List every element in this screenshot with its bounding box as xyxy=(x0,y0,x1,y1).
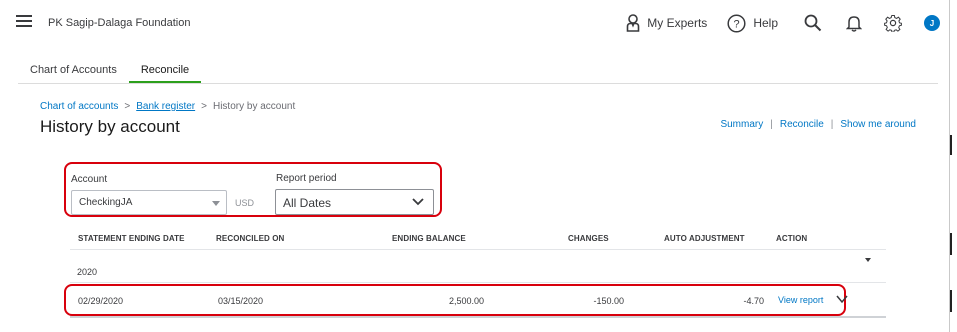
col-ending-balance[interactable]: ENDING BALANCE xyxy=(392,234,466,243)
window-edge xyxy=(949,0,950,332)
top-bar: PK Sagip-Dalaga Foundation My Experts ? … xyxy=(0,0,950,46)
breadcrumb: Chart of accounts > Bank register > History … xyxy=(40,101,295,112)
group-year: 2020 xyxy=(77,267,98,277)
svg-text:?: ? xyxy=(734,18,740,30)
settings-button[interactable] xyxy=(884,14,902,32)
cell-changes: -150.00 xyxy=(593,296,624,306)
gear-icon xyxy=(884,15,902,32)
reconcile-link[interactable]: Reconcile xyxy=(780,119,824,130)
notifications-button[interactable] xyxy=(846,14,862,32)
tab-divider xyxy=(18,83,938,84)
cell-statement-ending-date: 02/29/2020 xyxy=(78,296,124,306)
company-name: PK Sagip-Dalaga Foundation xyxy=(48,17,191,29)
avatar[interactable]: J xyxy=(924,15,940,31)
col-action: ACTION xyxy=(776,234,808,243)
cell-ending-balance: 2,500.00 xyxy=(448,296,484,306)
breadcrumb-bank-register[interactable]: Bank register xyxy=(136,101,195,112)
search-icon xyxy=(804,14,822,32)
breadcrumb-separator: > xyxy=(201,101,207,112)
cell-auto-adjustment: -4.70 xyxy=(743,296,764,306)
show-me-around-link[interactable]: Show me around xyxy=(840,119,916,130)
breadcrumb-chart-of-accounts[interactable]: Chart of accounts xyxy=(40,101,118,112)
account-value: CheckingJA xyxy=(79,197,133,208)
chevron-down-icon xyxy=(412,198,424,206)
group-divider xyxy=(70,282,886,283)
col-reconciled-on[interactable]: RECONCILED ON xyxy=(216,234,284,243)
top-actions: My Experts ? Help J xyxy=(606,10,940,36)
currency-label: USD xyxy=(235,198,255,208)
help-icon: ? xyxy=(727,13,746,33)
account-select[interactable]: CheckingJA xyxy=(71,190,227,215)
page-links: Summary | Reconcile | Show me around xyxy=(720,119,916,130)
caret-down-icon[interactable] xyxy=(865,258,871,262)
search-button[interactable] xyxy=(804,14,822,32)
link-divider: | xyxy=(830,119,834,130)
table-bottom-border xyxy=(70,316,886,318)
my-experts-button[interactable]: My Experts xyxy=(626,14,707,32)
my-experts-label: My Experts xyxy=(647,16,708,30)
help-label: Help xyxy=(753,16,778,30)
person-icon xyxy=(626,14,640,32)
breadcrumb-separator: > xyxy=(124,101,131,112)
tab-bar: Chart of Accounts Reconcile xyxy=(18,58,202,84)
breadcrumb-current: History by account xyxy=(212,101,296,112)
page-title: History by account xyxy=(40,117,180,136)
caret-down-icon xyxy=(212,201,220,206)
edge-mark xyxy=(950,233,952,255)
col-changes[interactable]: CHANGES xyxy=(568,234,609,243)
view-report-link[interactable]: View report xyxy=(778,295,823,305)
account-label: Account xyxy=(71,174,108,185)
tab-chart-of-accounts[interactable]: Chart of Accounts xyxy=(18,58,129,84)
report-period-select[interactable]: All Dates xyxy=(275,189,434,215)
report-period-label: Report period xyxy=(276,173,337,184)
report-period-value: All Dates xyxy=(283,196,332,210)
edge-mark xyxy=(950,290,952,312)
menu-icon[interactable] xyxy=(16,15,32,27)
tab-reconcile[interactable]: Reconcile xyxy=(128,58,202,84)
col-auto-adjustment[interactable]: AUTO ADJUSTMENT xyxy=(664,234,745,243)
cell-reconciled-on: 03/15/2020 xyxy=(218,296,264,306)
header-divider xyxy=(70,249,886,250)
edge-mark xyxy=(950,135,952,155)
help-button[interactable]: ? Help xyxy=(727,13,778,33)
chevron-down-icon[interactable] xyxy=(836,294,848,304)
link-divider: | xyxy=(770,119,773,130)
summary-link[interactable]: Summary xyxy=(720,119,763,130)
col-statement-ending-date[interactable]: STATEMENT ENDING DATE xyxy=(78,234,185,243)
bell-icon xyxy=(846,16,862,32)
